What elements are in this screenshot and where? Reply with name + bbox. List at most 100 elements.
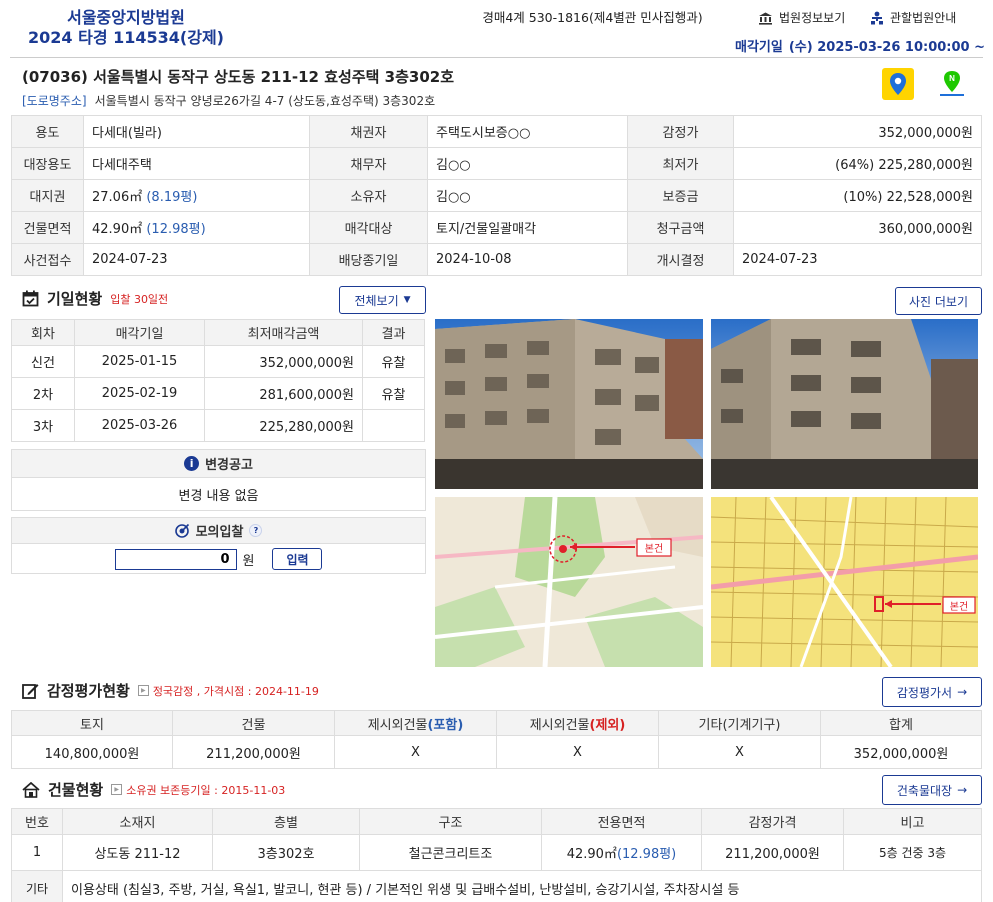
case-number: 2024 타경 114534(강제) [28,28,224,47]
edit-icon [22,683,39,699]
building-area-sqm: 42.90㎡ [566,847,617,862]
appraisal-report-button[interactable]: 감정평가서 → [882,677,982,707]
appraisal-value: 352,000,000원 [733,115,982,148]
building-photo-2[interactable] [711,319,978,489]
building-floor: 3층302호 [212,834,360,871]
mock-bid-unit: 원 [242,553,255,569]
jurisdiction-label: 관할법원안내 [890,11,957,25]
building-title: 건물현황 [48,781,104,799]
jurisdiction-link[interactable]: 관할법원안내 [870,8,956,28]
schedule-row: 신건 2025-01-15 352,000,000원 유찰 [11,345,425,378]
appraisal-col-total: 합계 [820,710,982,736]
usage-value: 다세대(빌라) [83,115,310,148]
building-col-no: 번호 [11,808,63,835]
building-etc-text: 이용상태 (침실3, 주방, 거실, 욕실1, 발코니, 현관 등) / 기본적… [62,870,982,902]
building-register-button[interactable]: 건축물대장 → [882,775,982,805]
land-area: 27.06㎡ [92,190,143,205]
building-photo-1[interactable] [435,319,703,489]
schedule-result [362,409,425,442]
more-photos-button[interactable]: 사진 더보기 [895,287,982,315]
schedule-col-round: 회차 [11,319,75,346]
building-row: 1 상도동 211-12 3층302호 철근콘크리트조 42.90㎡(12.98… [11,834,982,871]
court-header: 서울중앙지방법원 2024 타경 114534(강제) [0,8,252,48]
schedule-result: 유찰 [362,377,425,410]
building-price: 211,200,000원 [701,834,844,871]
change-notice-header: i 변경공고 [12,450,425,478]
building-note: 소유권 보존등기일 : 2015-11-03 [126,783,286,797]
mock-bid-header: 모의입찰 ? [12,518,425,544]
court-info-label: 법원정보보기 [779,11,846,25]
schedule-round: 3차 [11,409,75,442]
schedule-price: 225,280,000원 [204,409,363,442]
deposit-label: 보증금 [627,179,734,212]
building-pyeong: (12.98평) [146,222,206,237]
arrow-right-icon: → [957,783,968,797]
building-col-price: 감정가격 [701,808,844,835]
creditor-label: 채권자 [309,115,428,148]
view-all-label: 전체보기 [354,293,399,308]
land-label: 대지권 [11,179,84,212]
schedule-result: 유찰 [362,345,425,378]
appraisal-note: 정국감정 , 가격시점 : 2024-11-19 [152,684,319,698]
divider [10,57,983,58]
view-all-button[interactable]: 전체보기 ▼ [339,286,426,314]
appraisal-row: 140,800,000원 211,200,000원 X X X 352,000,… [11,735,982,769]
land-value: 27.06㎡ (8.19평) [83,179,310,212]
building-no: 1 [11,834,63,871]
building-structure: 철근콘크리트조 [359,834,542,871]
play-icon: ▶ [111,784,123,795]
dividend-deadline-label: 배당종기일 [309,243,428,276]
building-location: 상도동 211-12 [62,834,213,871]
case-dept: 경매4계 530-1816(제4별관 민사집행과) [482,10,703,25]
building-col-location: 소재지 [62,808,213,835]
appraisal-header: 감정평가현황 ▶ 정국감정 , 가격시점 : 2024-11-19 [22,680,319,701]
schedule-date: 2025-03-26 [74,409,205,442]
mock-bid-submit-button[interactable]: 입력 [272,548,323,570]
appraisal-report-label: 감정평가서 [896,685,953,700]
appraisal-col-extra-excl: 제시외건물(제외) [496,710,659,736]
appraisal-total: 352,000,000원 [820,735,982,769]
map-marker-label-2: 본건 [949,601,969,613]
building-area: 42.90㎡ [92,222,143,237]
building-header: 건물현황 ▶ 소유권 보존등기일 : 2015-11-03 [22,779,285,800]
map-marker-label-1: 본건 [644,544,664,555]
building-col-area: 전용면적 [541,808,702,835]
building-col-note: 비고 [843,808,982,835]
naver-map-icon: N [940,71,964,96]
location-map-2[interactable]: 본건 [711,497,978,667]
house-icon [22,781,40,798]
appraisal-label: 감정가 [627,115,734,148]
schedule-date: 2025-02-19 [74,377,205,410]
play-icon: ▶ [137,685,149,696]
change-notice-text: 변경 내용 없음 [178,488,259,504]
building-register-label: 건축물대장 [896,783,953,798]
schedule-date: 2025-01-15 [74,345,205,378]
location-map-1[interactable]: 본건 [435,497,703,667]
filed-label: 사건접수 [11,243,84,276]
bank-icon [759,12,772,25]
target-icon [174,523,189,538]
building-etc-row: 기타 이용상태 (침실3, 주방, 거실, 욕실1, 발코니, 현관 등) / … [11,870,982,902]
help-icon[interactable]: ? [249,524,263,537]
caret-down-icon: ▼ [403,295,411,305]
filed-value: 2024-07-23 [83,243,310,276]
owner-value: 김○○ [427,179,628,212]
appraisal-col-extra-incl: 제시외건물(포함) [334,710,497,736]
usage-label: 용도 [11,115,84,148]
extra-excl-tag: (제외) [589,717,626,733]
schedule-col-result: 결과 [362,319,425,346]
building-col-floor: 층별 [212,808,360,835]
building-note-value: 5층 건중 3층 [843,834,982,871]
sale-date-value: (수) 2025-03-26 10:00:00 ~ [788,40,985,55]
appraisal-col-building: 건물 [172,710,335,736]
owner-label: 소유자 [309,179,428,212]
mock-bid-input[interactable] [114,548,237,570]
main-usage-label: 대장용도 [11,147,84,180]
map-pin-button[interactable] [882,68,914,100]
naver-map-button[interactable]: N [936,68,968,100]
court-info-link[interactable]: 법원정보보기 [758,8,845,28]
debtor-value: 김○○ [427,147,628,180]
sale-target-value: 토지/건물일괄매각 [427,211,628,244]
min-price-label: 최저가 [627,147,734,180]
min-price-value: (64%) 225,280,000원 [733,147,982,180]
